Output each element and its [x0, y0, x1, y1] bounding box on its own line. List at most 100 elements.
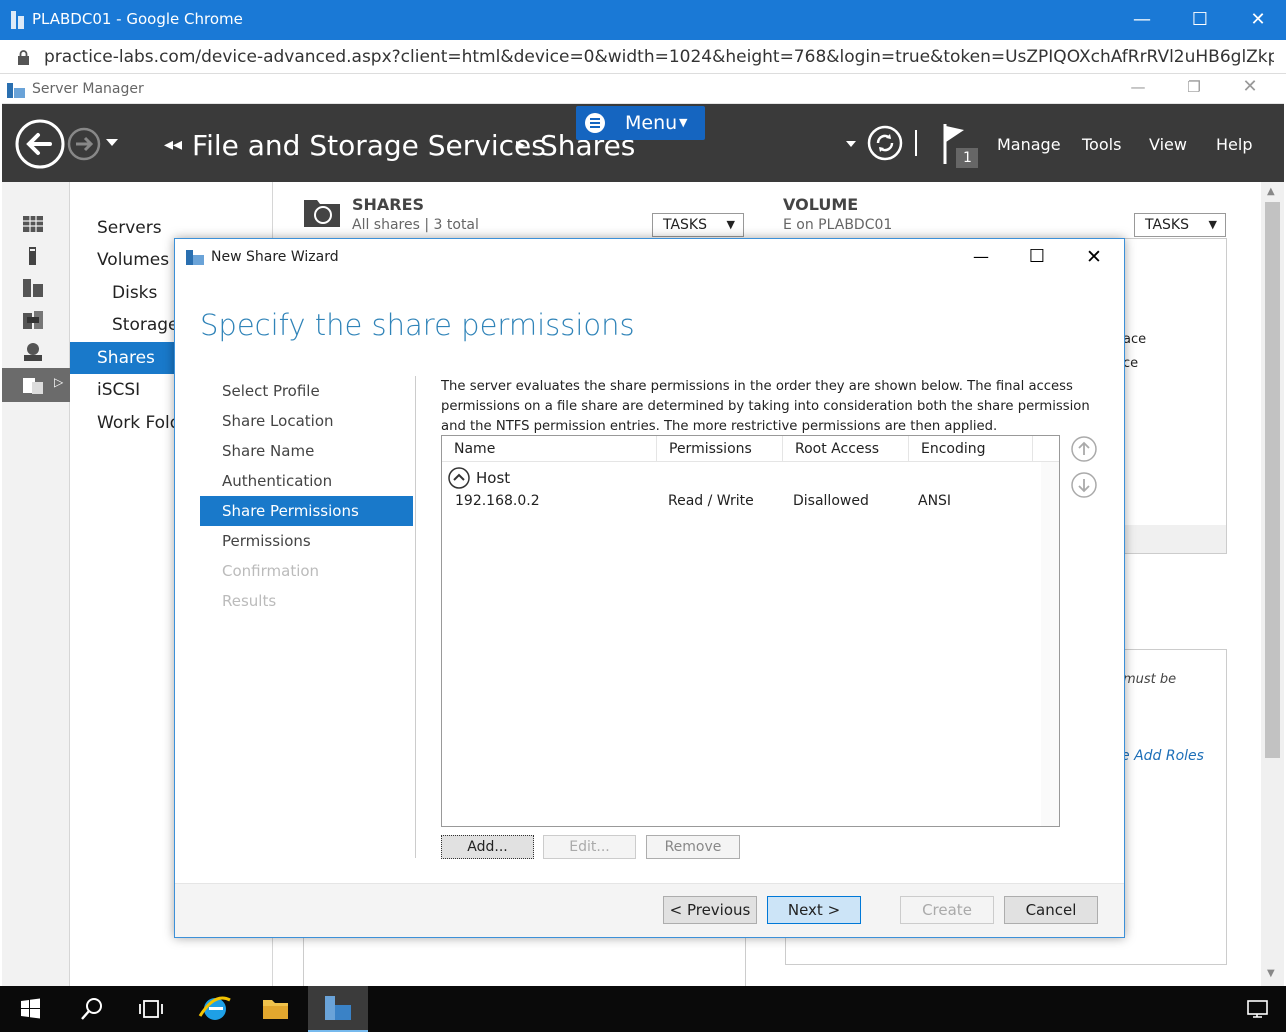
server-manager-icon — [7, 83, 25, 98]
server-manager-app-icon — [11, 11, 24, 29]
breadcrumb-parent[interactable]: File and Storage Services — [192, 129, 546, 162]
wizard-maximize-icon[interactable]: ☐ — [1022, 243, 1052, 271]
menu-popup-label: Menu — [625, 112, 678, 134]
scroll-up-icon[interactable]: ▲ — [1267, 186, 1275, 197]
browser-window-title: PLABDC01 - Google Chrome — [32, 10, 243, 28]
task-view-icon[interactable] — [122, 986, 180, 1032]
table-header: Name Permissions Root Access Encoding — [442, 436, 1059, 462]
windows-taskbar — [0, 986, 1286, 1032]
volume-tasks-label: TASKS — [1145, 217, 1189, 233]
menu-popup-button[interactable]: Menu ▼ — [576, 106, 705, 140]
new-share-wizard-dialog: New Share Wizard — ☐ ✕ Specify the share… — [174, 238, 1125, 938]
menu-popup-caret-icon: ▼ — [679, 116, 688, 129]
wizard-close-icon[interactable]: ✕ — [1079, 243, 1109, 271]
browser-title-bar: PLABDC01 - Google Chrome — ☐ ✕ — [0, 0, 1286, 40]
wizard-minimize-icon[interactable]: — — [966, 243, 996, 271]
menu-tools[interactable]: Tools — [1082, 135, 1121, 154]
local-server-icon[interactable] — [22, 246, 44, 266]
url-text[interactable]: practice-labs.com/device-advanced.aspx?c… — [44, 47, 1274, 67]
wizard-step-divider — [415, 376, 416, 858]
collapse-group-icon[interactable] — [447, 466, 471, 490]
search-icon[interactable] — [62, 986, 120, 1032]
col-encoding[interactable]: Encoding — [909, 436, 1033, 462]
wizard-title: New Share Wizard — [211, 249, 339, 265]
quota-fragment: must be — [1123, 672, 1177, 687]
step-authentication[interactable]: Authentication — [200, 466, 413, 496]
step-permissions[interactable]: Permissions — [200, 526, 413, 556]
breadcrumb-separator: ▸ — [516, 134, 526, 155]
sm-close-icon[interactable]: ✕ — [1238, 76, 1262, 100]
wizard-heading: Specify the share permissions — [200, 308, 635, 342]
minimize-icon[interactable]: — — [1120, 6, 1164, 34]
step-confirmation: Confirmation — [222, 562, 320, 580]
volume-section-title: VOLUME — [783, 195, 859, 214]
menu-view[interactable]: View — [1149, 135, 1187, 154]
edit-button: Edit... — [543, 835, 636, 859]
cell-permissions: Read / Write — [668, 493, 754, 509]
permissions-table: Name Permissions Root Access Encoding Ho… — [441, 435, 1060, 827]
add-button[interactable]: Add... — [441, 835, 534, 859]
shares-tasks-button[interactable]: TASKS ▼ — [652, 213, 744, 237]
lock-icon — [18, 50, 29, 65]
scroll-down-icon[interactable]: ▼ — [1267, 968, 1275, 979]
expand-chevron-icon: ▷ — [54, 375, 64, 389]
sm-minimize-icon[interactable]: — — [1126, 78, 1150, 100]
dns-icon[interactable] — [22, 342, 44, 362]
chevron-down-icon: ▼ — [1208, 218, 1217, 231]
volume-fragment-1: ace — [1123, 332, 1147, 347]
move-up-icon[interactable] — [1070, 435, 1098, 463]
notification-center-icon[interactable] — [1246, 998, 1270, 1020]
shares-folder-icon — [304, 200, 340, 227]
maximize-icon[interactable]: ☐ — [1178, 6, 1222, 34]
close-icon[interactable]: ✕ — [1236, 6, 1280, 34]
server-manager-taskbar-icon — [325, 996, 351, 1020]
cancel-button[interactable]: Cancel — [1004, 896, 1098, 924]
file-storage-icon — [23, 378, 43, 394]
step-share-name[interactable]: Share Name — [200, 436, 413, 466]
ad-ds-icon[interactable] — [22, 310, 44, 330]
header-dropdown-icon[interactable] — [845, 140, 857, 148]
step-share-location[interactable]: Share Location — [200, 406, 413, 436]
left-icon-rail: ▷ — [2, 182, 70, 986]
server-manager-title: Server Manager — [32, 81, 144, 97]
table-row[interactable]: 192.168.0.2 Read / Write Disallowed ANSI — [442, 490, 1059, 514]
next-button[interactable]: Next > — [767, 896, 861, 924]
shares-section-title: SHARES — [352, 195, 425, 214]
internet-explorer-icon[interactable] — [186, 986, 244, 1032]
cell-encoding: ANSI — [918, 493, 952, 509]
history-dropdown-icon[interactable] — [105, 138, 119, 148]
col-root-access[interactable]: Root Access — [783, 436, 909, 462]
step-share-permissions[interactable]: Share Permissions — [200, 496, 413, 526]
volume-section-subtitle: E on PLABDC01 — [783, 217, 893, 233]
col-permissions[interactable]: Permissions — [657, 436, 783, 462]
forward-arrow-icon[interactable] — [66, 126, 102, 162]
col-name[interactable]: Name — [442, 436, 657, 462]
windows-start-icon[interactable] — [0, 986, 58, 1032]
menu-manage[interactable]: Manage — [997, 135, 1061, 154]
breadcrumb-back-chevron: ◂◂ — [164, 134, 183, 155]
step-select-profile[interactable]: Select Profile — [200, 376, 413, 406]
notifications-flag-icon[interactable] — [940, 122, 980, 168]
address-bar[interactable]: practice-labs.com/device-advanced.aspx?c… — [0, 40, 1286, 74]
sm-restore-icon[interactable]: ❐ — [1182, 78, 1206, 100]
menu-help[interactable]: Help — [1216, 135, 1252, 154]
dashboard-icon[interactable] — [22, 214, 44, 234]
file-explorer-icon[interactable] — [246, 986, 304, 1032]
notification-count: 1 — [963, 150, 972, 166]
volume-fragment-2: ce — [1123, 356, 1139, 371]
scroll-thumb[interactable] — [1265, 202, 1280, 758]
previous-button[interactable]: < Previous — [663, 896, 757, 924]
refresh-icon[interactable] — [866, 124, 904, 162]
rail-file-storage-selected[interactable]: ▷ — [2, 368, 70, 402]
move-down-icon[interactable] — [1070, 471, 1098, 499]
server-manager-taskbar-button[interactable] — [308, 986, 368, 1032]
back-arrow-icon[interactable] — [14, 118, 66, 170]
content-scrollbar[interactable]: ▲ ▼ — [1261, 182, 1284, 986]
menu-list-icon — [585, 113, 605, 133]
add-roles-link[interactable]: e Add Roles — [1121, 748, 1204, 764]
volume-tasks-button[interactable]: TASKS ▼ — [1134, 213, 1226, 237]
all-servers-icon[interactable] — [22, 278, 44, 298]
server-manager-title-bar: Server Manager — ❐ ✕ — [2, 76, 1284, 104]
remove-button[interactable]: Remove — [646, 835, 740, 859]
volume-panel-footer — [1115, 525, 1226, 553]
